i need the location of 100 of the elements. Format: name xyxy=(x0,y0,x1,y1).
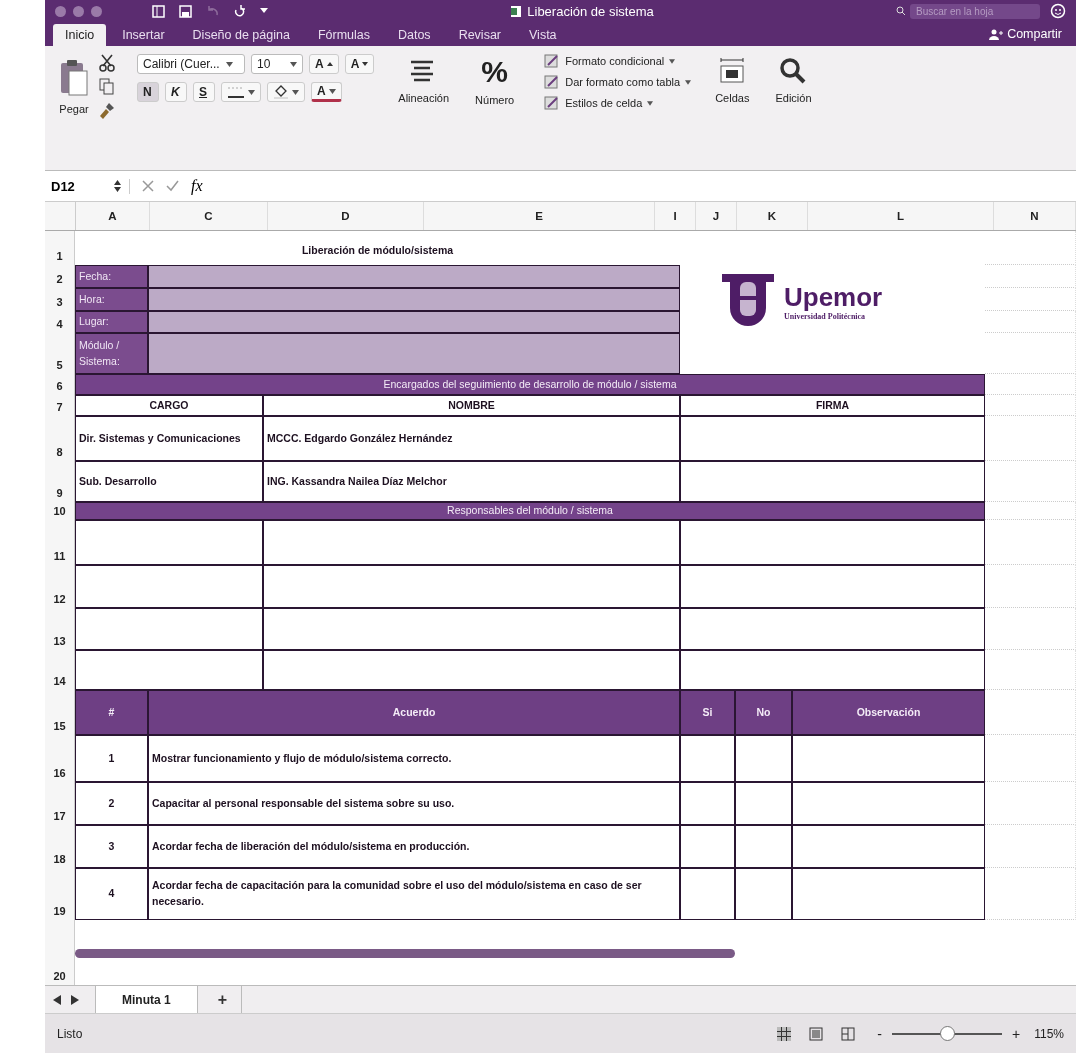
input-field[interactable] xyxy=(148,288,680,311)
editing-button[interactable]: Edición xyxy=(773,54,814,106)
page-view-icon[interactable] xyxy=(809,1026,824,1041)
sidebar-icon[interactable] xyxy=(152,4,165,18)
alignment-button[interactable]: Alineación xyxy=(396,54,452,106)
row-number[interactable]: 11 xyxy=(45,520,75,565)
ribbon-tab[interactable]: Datos xyxy=(385,24,443,46)
row-number[interactable]: 18 xyxy=(45,825,75,868)
italic-button[interactable]: K xyxy=(165,82,187,102)
column-letter[interactable]: J xyxy=(696,202,737,230)
fill-color-button[interactable] xyxy=(267,82,305,102)
copy-icon[interactable] xyxy=(99,78,115,96)
empty-cell[interactable] xyxy=(985,650,1076,690)
bold-button[interactable]: N xyxy=(137,82,159,102)
empty-cell[interactable] xyxy=(985,265,1076,288)
maximize-icon[interactable] xyxy=(91,5,102,17)
input-field[interactable] xyxy=(148,311,680,333)
row-number[interactable]: 3 xyxy=(45,288,75,311)
check-icon[interactable] xyxy=(166,180,179,192)
empty-cell[interactable] xyxy=(985,461,1076,502)
row-number[interactable]: 10 xyxy=(45,502,75,520)
row-number[interactable]: 16 xyxy=(45,735,75,782)
number-format-button[interactable]: % Número xyxy=(473,54,517,108)
insert-function-button[interactable]: fx xyxy=(191,177,203,195)
empty-cell[interactable] xyxy=(985,520,1076,565)
row-number[interactable]: 12 xyxy=(45,565,75,608)
empty-cell[interactable] xyxy=(985,782,1076,825)
caret-icon[interactable] xyxy=(260,8,268,14)
close-icon[interactable] xyxy=(55,5,66,17)
grow-font-button[interactable]: A xyxy=(309,54,339,74)
redo-icon[interactable] xyxy=(233,4,246,18)
empty-cell[interactable] xyxy=(985,868,1076,920)
row-number[interactable]: 9 xyxy=(45,461,75,502)
underline-button[interactable]: S xyxy=(193,82,215,102)
row-number[interactable]: 2 xyxy=(45,265,75,288)
paste-button[interactable]: Pegar xyxy=(57,57,91,117)
ribbon-tab[interactable]: Insertar xyxy=(110,24,177,46)
row-number[interactable]: 13 xyxy=(45,608,75,650)
scissors-icon[interactable] xyxy=(99,54,115,72)
column-letter[interactable]: I xyxy=(655,202,696,230)
empty-cell[interactable] xyxy=(985,565,1076,608)
empty-cell[interactable] xyxy=(985,395,1076,416)
column-letter[interactable]: A xyxy=(76,202,150,230)
previous-sheet-icon[interactable] xyxy=(53,994,61,1005)
row-number[interactable]: 4 xyxy=(45,311,75,333)
column-letter[interactable]: N xyxy=(994,202,1076,230)
borders-button[interactable] xyxy=(221,82,261,102)
empty-cell[interactable] xyxy=(985,416,1076,461)
input-field[interactable] xyxy=(148,333,680,374)
empty-cell[interactable] xyxy=(985,333,1076,374)
save-icon[interactable] xyxy=(179,4,192,18)
font-size-field[interactable]: 10 xyxy=(251,54,303,74)
ribbon-tab[interactable]: Inicio xyxy=(53,24,107,46)
column-letter[interactable]: D xyxy=(268,202,424,230)
next-sheet-icon[interactable] xyxy=(71,994,79,1005)
row-number[interactable]: 17 xyxy=(45,782,75,825)
column-letter[interactable]: K xyxy=(737,202,808,230)
empty-cell[interactable] xyxy=(985,288,1076,311)
row-number[interactable]: 15 xyxy=(45,690,75,735)
undo-icon[interactable] xyxy=(206,4,219,18)
empty-cell[interactable] xyxy=(985,825,1076,868)
horizontal-scrollbar[interactable] xyxy=(75,949,735,958)
row-number[interactable]: 6 xyxy=(45,374,75,395)
font-field[interactable]: Calibri (Cuer... xyxy=(137,54,245,74)
minimize-icon[interactable] xyxy=(73,5,84,17)
font-color-button[interactable]: A xyxy=(311,82,342,102)
empty-cell[interactable] xyxy=(985,231,1076,265)
ribbon-tab[interactable]: Diseño de página xyxy=(180,24,302,46)
styles-menu-button[interactable]: Formato condicional xyxy=(544,54,692,68)
row-number[interactable]: 20 xyxy=(45,920,75,985)
search-field[interactable]: Buscar en la hoja xyxy=(910,3,1040,19)
zoom-in-button[interactable]: + xyxy=(1008,1025,1025,1042)
smiley-icon[interactable] xyxy=(1050,3,1066,19)
share-button[interactable]: Compartir xyxy=(983,26,1068,46)
cancel-icon[interactable] xyxy=(142,180,154,192)
column-letter[interactable]: L xyxy=(808,202,994,230)
sheet-tab[interactable]: Minuta 1 xyxy=(95,986,198,1013)
shrink-font-button[interactable]: A xyxy=(344,54,375,74)
ribbon-tab[interactable]: Fórmulas xyxy=(305,24,382,46)
row-number[interactable]: 8 xyxy=(45,416,75,461)
styles-menu-button[interactable]: Estilos de celda xyxy=(544,96,692,110)
column-letter[interactable]: E xyxy=(424,202,655,230)
empty-cell[interactable] xyxy=(985,735,1076,782)
page-break-icon[interactable] xyxy=(841,1026,856,1041)
name-box[interactable]: D12 xyxy=(51,178,130,194)
cells-button[interactable]: Celdas xyxy=(713,54,752,106)
row-number[interactable]: 5 xyxy=(45,333,75,374)
grid-view-icon[interactable] xyxy=(777,1026,792,1041)
zoom-out-button[interactable]: - xyxy=(873,1025,886,1042)
row-number[interactable]: 7 xyxy=(45,395,75,416)
column-letter[interactable]: C xyxy=(150,202,268,230)
slider-thumb[interactable] xyxy=(940,1026,955,1041)
empty-cell[interactable] xyxy=(985,311,1076,333)
ribbon-tab[interactable]: Vista xyxy=(517,24,569,46)
brush-icon[interactable] xyxy=(99,102,115,120)
row-number[interactable]: 19 xyxy=(45,868,75,920)
row-number[interactable]: 14 xyxy=(45,650,75,690)
ribbon-tab[interactable]: Revisar xyxy=(446,24,513,46)
empty-cell[interactable] xyxy=(985,608,1076,650)
styles-menu-button[interactable]: Dar formato como tabla xyxy=(544,75,692,89)
